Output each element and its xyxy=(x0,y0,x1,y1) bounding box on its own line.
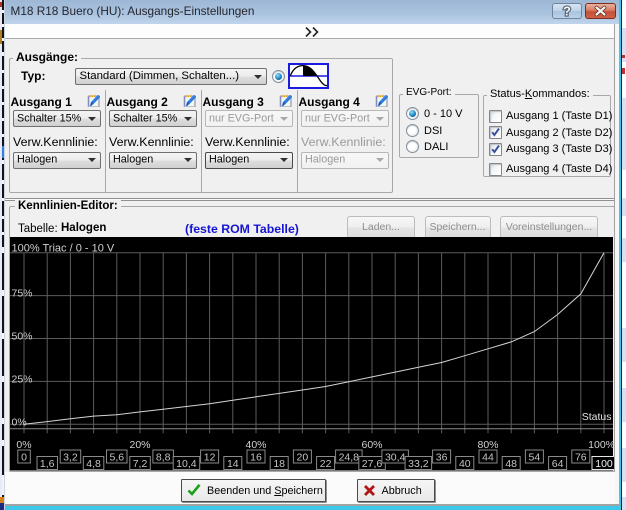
svg-text:76: 76 xyxy=(575,452,587,464)
svg-text:20%: 20% xyxy=(129,439,150,451)
svg-text:75%: 75% xyxy=(12,288,33,300)
svg-text:18: 18 xyxy=(273,458,285,470)
svg-text:33,2: 33,2 xyxy=(408,458,429,470)
svg-text:48: 48 xyxy=(505,458,517,470)
svg-text:12: 12 xyxy=(204,452,216,464)
svg-text:8,8: 8,8 xyxy=(156,452,171,464)
svg-text:40%: 40% xyxy=(245,439,266,451)
svg-text:100: 100 xyxy=(595,458,613,470)
svg-text:14: 14 xyxy=(227,458,239,470)
svg-text:60%: 60% xyxy=(361,439,382,451)
svg-text:16: 16 xyxy=(250,452,262,464)
svg-text:0: 0 xyxy=(21,452,27,464)
svg-text:25%: 25% xyxy=(12,373,33,385)
svg-text:5,6: 5,6 xyxy=(109,452,124,464)
svg-text:54: 54 xyxy=(529,452,541,464)
svg-text:4,8: 4,8 xyxy=(86,458,101,470)
svg-text:100% Triac / 0 - 10 V: 100% Triac / 0 - 10 V xyxy=(12,243,115,255)
svg-text:?: ? xyxy=(563,4,571,18)
svg-text:24,8: 24,8 xyxy=(339,452,360,464)
svg-text:Status: Status xyxy=(582,411,612,423)
svg-text:50%: 50% xyxy=(12,331,33,343)
svg-text:22: 22 xyxy=(320,458,332,470)
svg-text:7,2: 7,2 xyxy=(133,458,148,470)
svg-text:44: 44 xyxy=(482,452,494,464)
svg-text:40: 40 xyxy=(459,458,471,470)
svg-text:0%: 0% xyxy=(16,439,31,451)
svg-text:3,2: 3,2 xyxy=(63,452,78,464)
svg-text:27,6: 27,6 xyxy=(362,458,383,470)
svg-text:30,4: 30,4 xyxy=(385,452,406,464)
svg-text:100%: 100% xyxy=(588,439,615,451)
svg-text:10,4: 10,4 xyxy=(176,458,197,470)
svg-text:20: 20 xyxy=(297,452,309,464)
svg-text:1,6: 1,6 xyxy=(40,458,55,470)
svg-text:80%: 80% xyxy=(477,439,498,451)
svg-text:36: 36 xyxy=(436,452,448,464)
svg-text:64: 64 xyxy=(552,458,564,470)
svg-text:0%: 0% xyxy=(12,416,27,428)
